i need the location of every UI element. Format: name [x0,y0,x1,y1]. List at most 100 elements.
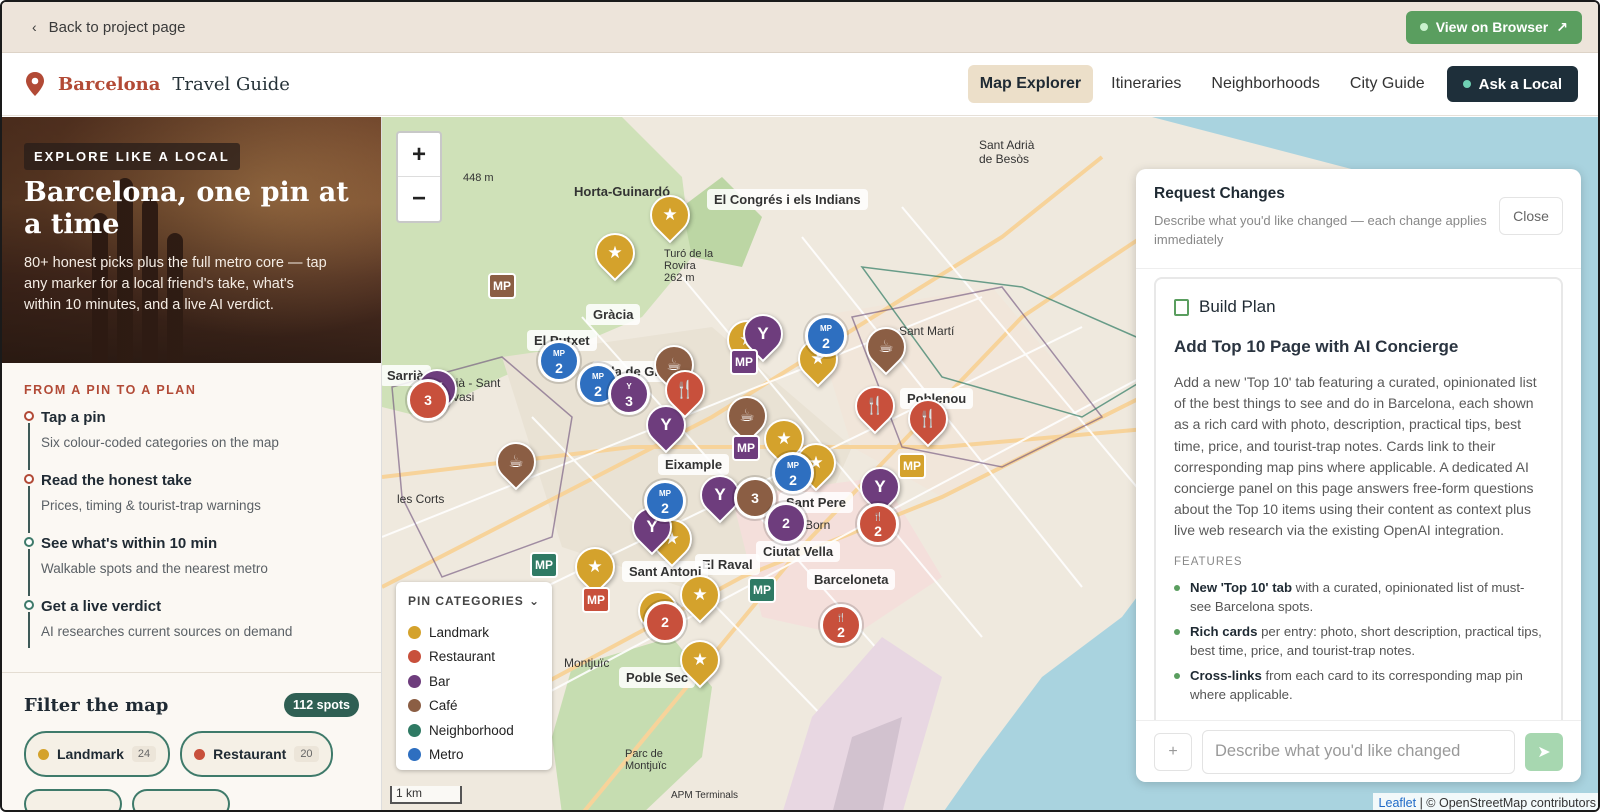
fork-knife-icon: 🍴 [917,409,939,428]
map-label: les Corts [397,492,445,506]
send-icon: ➤ [1537,743,1551,761]
step-marker-icon [24,474,34,484]
request-changes-panel: Request Changes Describe what you'd like… [1136,169,1581,782]
brand[interactable]: Barcelona Travel Guide [24,71,290,97]
legend-label: Landmark [429,624,490,640]
view-on-browser-button[interactable]: View on Browser ↗ [1405,10,1582,44]
feature-bold: Rich cards [1190,623,1258,639]
filter-pill-partial[interactable] [132,789,230,810]
add-attachment-button[interactable]: + [1154,732,1192,771]
legend-label: Neighborhood [429,722,514,738]
map-label: Gràcia [586,304,641,325]
hero-chip: EXPLORE LIKE A LOCAL [24,143,240,170]
metro-marker[interactable]: MP [530,552,558,578]
filter-pills: Landmark 24 Restaurant 20 [24,731,359,810]
step-marker-icon [24,600,34,610]
brand-primary: Barcelona [58,73,161,95]
top-bar: ‹ Back to project page View on Browser ↗ [2,2,1598,53]
star-icon: ★ [692,585,708,604]
legend-item: Café [408,694,540,719]
bar-cluster[interactable]: Y3 [608,373,650,415]
main-nav: Map Explorer Itineraries Neighborhoods C… [967,65,1578,103]
metro-cluster[interactable]: MP 2 [772,452,814,494]
restaurant-cluster[interactable]: 3 [407,379,449,421]
tab-map-explorer[interactable]: Map Explorer [967,65,1094,103]
step-marker-icon [24,411,34,421]
restaurant-dot-icon [408,650,421,664]
step-item: See what's within 10 min Walkable spots … [24,535,359,598]
legend-item: Neighborhood [408,718,540,743]
filter-pill-restaurant[interactable]: Restaurant 20 [180,731,333,777]
tab-itineraries[interactable]: Itineraries [1099,65,1193,103]
map-label: Parc de Montjuïc [625,748,667,772]
pill-count: 20 [294,746,319,762]
map-label: El Congrés i els Indians [707,189,868,210]
pill-count: 24 [131,746,157,762]
cafe-dot-icon [408,699,421,713]
legend-label: Café [429,698,458,714]
bar-dot-icon [408,674,421,688]
scale-bar: 1 km [390,786,462,804]
coffee-cup-icon: ☕ [508,452,524,471]
pill-label: Landmark [57,746,124,762]
metro-marker[interactable]: MP [748,577,776,603]
back-to-project-link[interactable]: ‹ Back to project page [32,19,185,36]
panel-header: Request Changes Describe what you'd like… [1136,169,1581,269]
ask-a-local-button[interactable]: Ask a Local [1446,66,1578,102]
filter-pill-partial[interactable] [24,789,122,810]
legend-item: Landmark [408,620,540,645]
metro-cluster[interactable]: MP 2 [644,480,686,522]
zoom-in-button[interactable]: + [398,133,440,177]
change-request-input[interactable]: Describe what you'd like changed [1202,729,1515,774]
metro-marker[interactable]: MP [582,587,610,613]
map-label: 262 m [664,272,695,284]
hero-description: 80+ honest picks plus the full metro cor… [24,255,327,313]
document-icon [1174,298,1189,316]
zoom-out-button[interactable]: − [398,177,440,221]
metro-marker[interactable]: MP [898,453,926,479]
leaflet-link[interactable]: Leaflet [1379,796,1417,810]
sidebar: EXPLORE LIKE A LOCAL Barcelona, one pin … [2,117,382,810]
fork-knife-icon: 🍴 [864,396,886,415]
filter-pill-landmark[interactable]: Landmark 24 [24,731,171,777]
tab-city-guide[interactable]: City Guide [1338,65,1437,103]
map-label: 448 m [463,172,494,184]
pill-label: Restaurant [213,746,287,762]
restaurant-cluster[interactable]: 2 [644,601,686,643]
legend-header[interactable]: PIN CATEGORIES ⌄ [408,594,540,608]
status-dot-icon [1419,23,1428,31]
metro-marker[interactable]: MP [488,273,516,299]
restaurant-cluster[interactable]: 🍴 2 [857,503,899,545]
legend-label: Metro [429,747,464,763]
legend-item: Bar [408,669,540,694]
step-sub: Prices, timing & tourist-trap warnings [41,498,261,513]
osm-attribution[interactable]: | © OpenStreetMap contributors [1420,796,1596,810]
map-label: Montjuïc [564,656,610,670]
metro-cluster[interactable]: MP 2 [538,340,580,382]
map-attribution: Leaflet | © OpenStreetMap contributors [1372,793,1598,810]
metro-cluster[interactable]: MP 2 [805,315,847,357]
tab-neighborhoods[interactable]: Neighborhoods [1199,65,1332,103]
star-icon: ★ [692,650,708,669]
step-line [28,549,30,596]
metro-marker[interactable]: MP [732,435,760,461]
map-label: Sant Adrià de Besòs [979,138,1035,166]
plus-icon: + [1168,742,1178,760]
feature-item: Cross-links from each card to its corres… [1174,666,1543,704]
metro-marker[interactable]: MP [730,349,758,375]
landmark-dot-icon [38,748,49,760]
brand-secondary: Travel Guide [172,73,290,95]
restaurant-cluster[interactable]: 🍴 2 [820,604,862,646]
feature-item: Rich cards per entry: photo, short descr… [1174,622,1543,660]
step-marker-icon [24,537,34,547]
chevron-left-icon: ‹ [32,19,37,35]
close-button[interactable]: Close [1499,197,1563,235]
star-icon: ★ [587,557,603,576]
step-sub: AI researches current sources on demand [41,624,293,639]
features-list: New 'Top 10' tab with a curated, opinion… [1174,578,1543,704]
steps-kicker: FROM A PIN TO A PLAN [24,383,197,397]
send-button[interactable]: ➤ [1525,732,1563,771]
step-sub: Walkable spots and the nearest metro [41,561,268,576]
bar-cluster[interactable]: 2 [765,502,807,544]
filter-section: Filter the map 112 spots Landmark 24 Res… [2,672,381,810]
